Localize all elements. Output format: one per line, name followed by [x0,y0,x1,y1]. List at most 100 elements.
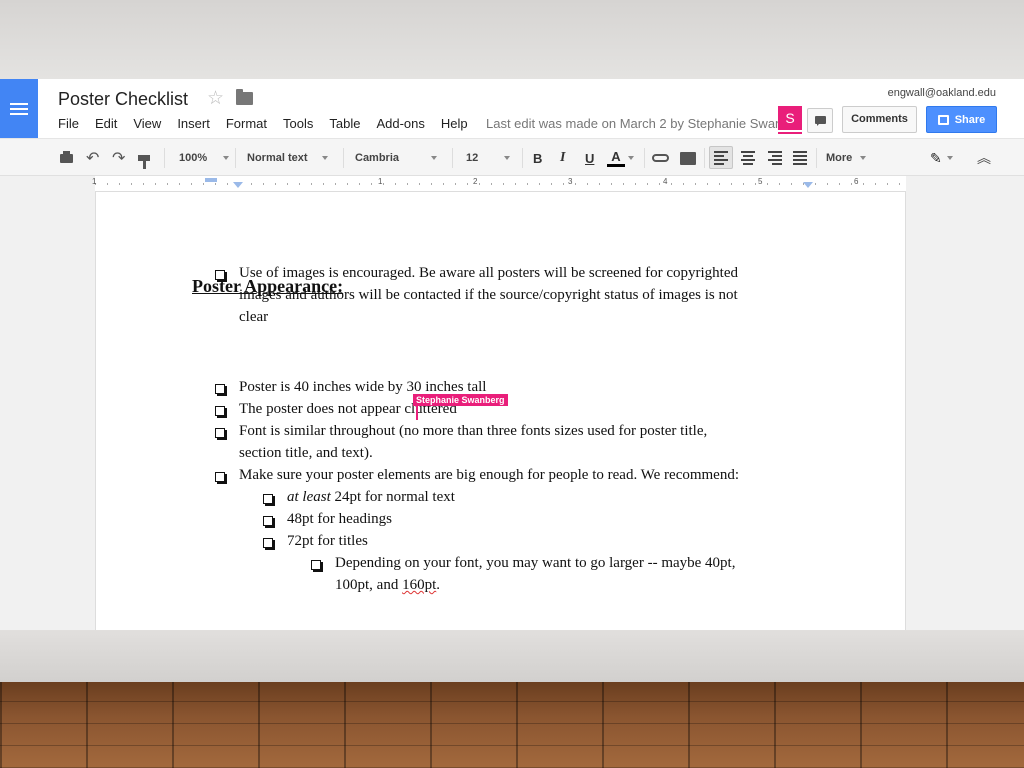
ruler-tick [155,183,156,185]
doc-text-line: Make sure your poster elements are big e… [239,467,740,483]
ruler-tick [731,183,732,185]
undo-icon[interactable]: ↶ [86,139,99,177]
align-right-icon[interactable] [762,146,786,169]
menu-edit[interactable]: Edit [95,116,117,131]
last-edit-link[interactable]: Last edit was made on March 2 by Stephan… [486,116,778,131]
print-icon[interactable] [60,139,76,177]
document-page[interactable]: Use of images is encouraged. Be aware al… [95,192,906,630]
chevron-down-icon [860,156,867,160]
link-icon[interactable] [652,139,672,177]
formatting-toolbar: ↶ ↷ 100% Normal text Cambria 12 B I U A … [0,138,1024,176]
doc-text-line: 72pt for titles [287,533,368,549]
share-button[interactable]: Share [926,106,997,133]
docs-window: Poster Checklist ☆ File Edit View Insert… [0,79,1024,630]
add-comment-icon[interactable] [680,139,698,177]
ruler-tick [443,183,444,185]
ruler-tick [203,183,204,185]
editing-mode-icon[interactable]: ✎ [930,139,953,177]
toolbar-divider [816,148,817,168]
font-size-value: 12 [466,152,479,164]
section-heading: Poster Appearance: [192,276,344,296]
comments-button[interactable]: Comments [842,106,917,133]
bold-button[interactable]: B [533,139,542,177]
docs-home-icon[interactable] [0,79,38,138]
menu-file[interactable]: File [58,116,79,131]
toolbar-divider [235,148,236,168]
ruler-tick [575,183,576,185]
menu-addons[interactable]: Add-ons [376,116,424,131]
ruler-tick [227,183,228,185]
doc-text-line: section title, and text). [239,445,373,461]
checkbox-bullet [215,384,225,394]
ruler-tick [755,183,756,185]
text-color-icon: A [607,149,625,167]
account-email[interactable]: engwall@oakland.edu [888,87,996,99]
star-icon[interactable]: ☆ [207,87,224,110]
ruler-tick [743,183,744,185]
menu-view[interactable]: View [133,116,161,131]
ruler[interactable]: 1 1 2 3 4 5 6 [0,176,1024,192]
ruler-tick [299,183,300,185]
menu-table[interactable]: Table [329,116,360,131]
ruler-tick [383,183,384,185]
ruler-tick [647,183,648,185]
redo-icon[interactable]: ↷ [112,139,125,177]
ruler-tick [323,183,324,185]
ruler-number: 1 [378,177,383,186]
menu-insert[interactable]: Insert [177,116,210,131]
align-center-icon[interactable] [736,146,760,169]
ruler-tick [335,183,336,185]
ruler-number: 6 [854,177,859,186]
ruler-tick [263,183,264,185]
toolbar-divider [452,148,453,168]
left-indent-marker[interactable] [233,182,243,188]
collaborator-avatar[interactable]: S [778,106,802,134]
ruler-tick [707,183,708,185]
ruler-tick [863,183,864,185]
doc-text-span: 100pt, and [335,577,403,593]
ruler-tick [311,183,312,185]
menu-tools[interactable]: Tools [283,116,313,131]
font-select[interactable]: Cambria [355,139,438,177]
menu-format[interactable]: Format [226,116,267,131]
doc-text-line: at least 24pt for normal text [287,489,455,506]
underline-button[interactable]: U [585,139,594,177]
ruler-tick [827,183,828,185]
slide-background-band [0,630,1024,682]
ruler-tick [791,183,792,185]
ruler-tick [611,183,612,185]
ruler-tick [179,183,180,185]
ruler-tick [815,183,816,185]
align-justify-icon[interactable] [788,146,812,169]
chat-icon[interactable] [807,108,833,133]
ruler-tick [515,183,516,185]
zoom-select[interactable]: 100% [179,139,230,177]
ruler-tick [131,183,132,185]
ruler-tick [683,183,684,185]
text-color-button[interactable]: A [607,139,634,177]
spelling-error-text[interactable]: 160pt [402,577,436,593]
more-menu[interactable]: More [826,139,867,177]
paragraph-style-select[interactable]: Normal text [247,139,328,177]
checkbox-bullet [263,516,273,526]
ruler-tick [587,183,588,185]
ruler-tick [767,183,768,185]
first-line-indent-marker[interactable] [205,178,217,182]
document-title[interactable]: Poster Checklist [58,89,188,110]
menu-help[interactable]: Help [441,116,468,131]
paint-format-icon[interactable] [138,139,152,177]
ruler-tick [539,183,540,185]
right-indent-marker[interactable] [803,182,813,188]
font-value: Cambria [355,152,400,164]
ruler-tick [491,183,492,185]
ruler-tick [503,183,504,185]
ruler-tick [527,183,528,185]
ruler-tick [719,183,720,185]
italic-button[interactable]: I [560,139,565,177]
font-size-select[interactable]: 12 [466,139,511,177]
collapse-toolbar-icon[interactable]: ︽ [977,139,991,177]
doc-text-line: 100pt, and 160pt. [335,577,440,594]
folder-icon[interactable] [236,89,253,105]
align-left-icon[interactable] [709,146,733,169]
doc-text-line: Font is similar throughout (no more than… [239,423,708,439]
